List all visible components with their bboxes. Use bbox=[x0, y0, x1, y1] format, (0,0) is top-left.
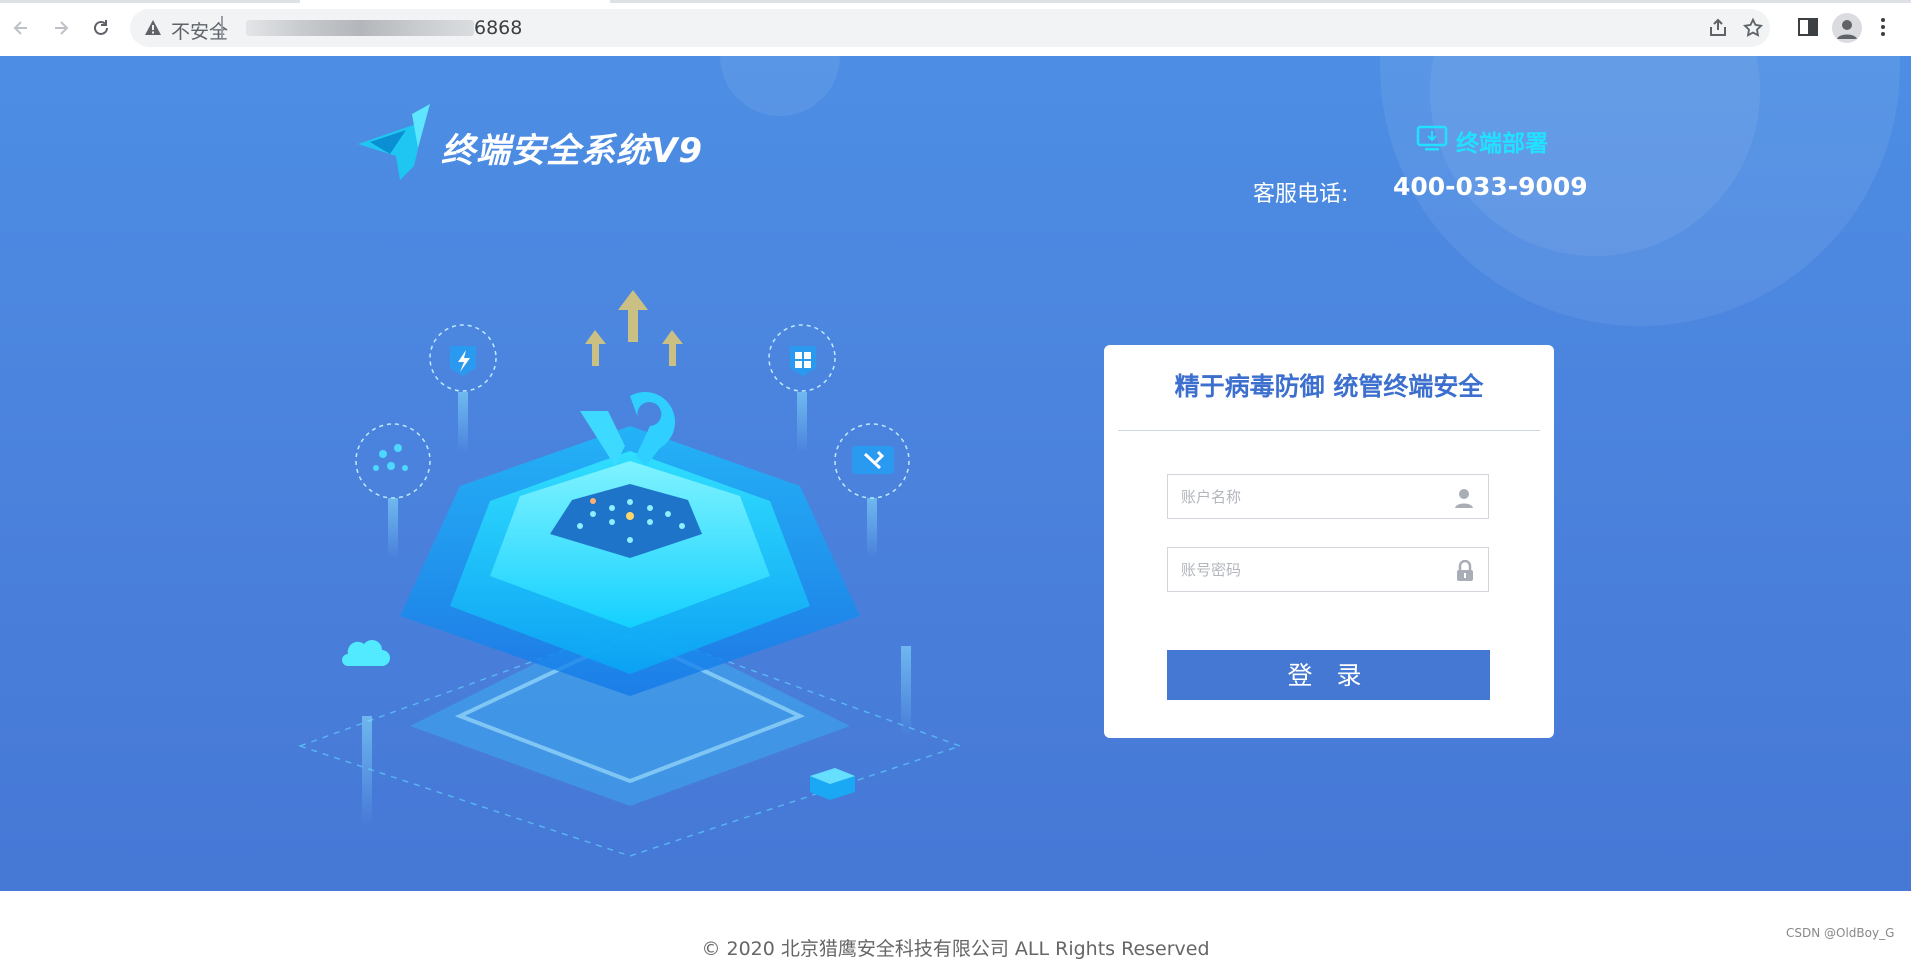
hotline-label: 客服电话: bbox=[1253, 182, 1349, 207]
security-label[interactable]: 不安全 bbox=[171, 17, 228, 44]
monitor-download-icon bbox=[1416, 125, 1448, 157]
hotline-number: 400-033-9009 bbox=[1393, 172, 1588, 201]
star-icon[interactable] bbox=[1742, 17, 1764, 43]
decor-bubble bbox=[720, 56, 840, 116]
tab-strip bbox=[0, 0, 1911, 3]
active-tab-edge bbox=[300, 0, 610, 3]
warning-icon[interactable] bbox=[144, 19, 162, 40]
menu-kebab-icon[interactable] bbox=[1878, 16, 1888, 42]
page-footer: © 2020 北京猎鹰安全科技有限公司 ALL Rights Reserved … bbox=[0, 891, 1911, 960]
profile-icon[interactable] bbox=[1832, 13, 1862, 43]
password-input[interactable] bbox=[1168, 548, 1456, 591]
share-icon[interactable] bbox=[1707, 17, 1729, 43]
user-icon bbox=[1454, 487, 1474, 513]
username-field[interactable] bbox=[1167, 474, 1489, 519]
terminal-deploy-link[interactable]: 终端部署 bbox=[1416, 124, 1548, 158]
login-card-title: 精于病毒防御 统管终端安全 bbox=[1174, 372, 1484, 401]
side-panel-icon[interactable] bbox=[1797, 16, 1819, 42]
falcon-logo-icon bbox=[356, 104, 436, 186]
forward-arrow-icon bbox=[51, 18, 71, 38]
copyright-text: © 2020 北京猎鹰安全科技有限公司 ALL Rights Reserved bbox=[701, 938, 1210, 960]
login-card: 精于病毒防御 统管终端安全 登 录 bbox=[1104, 345, 1554, 738]
url-text[interactable]: 6868 bbox=[474, 17, 522, 39]
username-input[interactable] bbox=[1168, 475, 1456, 518]
lock-icon bbox=[1456, 559, 1474, 586]
url-separator bbox=[221, 16, 223, 38]
csdn-watermark: CSDN @OldBoy_G bbox=[1786, 926, 1895, 940]
back-button[interactable] bbox=[7, 14, 35, 42]
back-arrow-icon bbox=[11, 18, 31, 38]
title-divider bbox=[1118, 430, 1540, 431]
login-page-background: 终端安全系统V9 终端部署 客服电话: 400-033-9009 精于病毒防御 … bbox=[0, 56, 1911, 891]
address-bar[interactable]: 不安全 6868 bbox=[130, 9, 1770, 47]
deploy-link-label[interactable]: 终端部署 bbox=[1456, 124, 1548, 158]
browser-toolbar: 不安全 6868 bbox=[0, 0, 1911, 57]
forward-button[interactable] bbox=[47, 14, 75, 42]
login-button[interactable]: 登 录 bbox=[1167, 650, 1490, 700]
redacted-url-host bbox=[246, 20, 474, 36]
password-field[interactable] bbox=[1167, 547, 1489, 592]
product-logo-text: 终端安全系统V9 bbox=[441, 131, 703, 171]
reload-button[interactable] bbox=[87, 14, 115, 42]
security-platform-illustration bbox=[290, 276, 970, 880]
reload-icon bbox=[91, 18, 111, 38]
